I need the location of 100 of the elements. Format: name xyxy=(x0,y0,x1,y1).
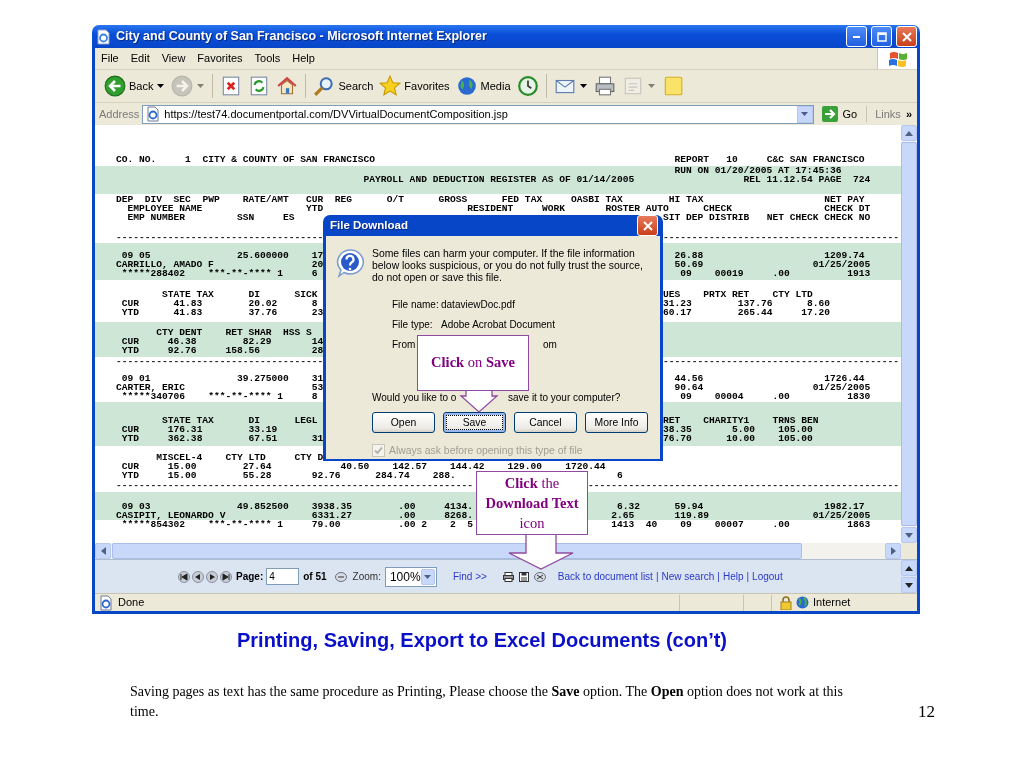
search-icon xyxy=(313,75,336,97)
report-text: 31.23 xyxy=(663,298,692,309)
report-text: 129.00 xyxy=(507,461,543,472)
report-text: 76.70 xyxy=(663,433,692,444)
scrollbar-thumb[interactable] xyxy=(901,142,917,526)
report-text: YTD xyxy=(121,470,140,481)
scroll-down-button[interactable] xyxy=(901,577,917,593)
menu-item[interactable]: Favorites xyxy=(191,50,249,67)
nav-link[interactable]: Help xyxy=(722,569,744,584)
nav-link[interactable]: New search xyxy=(661,569,715,584)
report-text: 20 xyxy=(311,259,324,270)
report-text: 1863 xyxy=(847,519,871,530)
clock-icon xyxy=(516,75,539,97)
previous-page-button[interactable] xyxy=(192,570,204,583)
save-icon xyxy=(518,571,529,582)
field-value: dataviewDoc.pdf xyxy=(441,297,515,312)
nav-link[interactable]: Back to document list xyxy=(557,569,653,584)
report-text: 09 05 xyxy=(121,250,151,261)
close-icon xyxy=(901,31,912,42)
address-field[interactable]: https://test74.documentportal.com/DVVirtualDocumentComposition.jsp xyxy=(142,104,814,124)
report-text: .00 xyxy=(772,268,790,279)
report-text: 79.00 xyxy=(311,519,341,530)
report-text: 44.56 xyxy=(674,373,704,384)
search-button[interactable]: Search xyxy=(310,73,377,99)
dialog-button[interactable]: More Info xyxy=(585,412,648,433)
up-arrow-icon xyxy=(905,130,913,136)
caret-icon xyxy=(647,84,655,88)
dialog-button[interactable]: Cancel xyxy=(514,412,577,433)
close-button[interactable] xyxy=(637,215,658,236)
star-icon xyxy=(379,75,402,97)
media-button[interactable]: Media xyxy=(452,73,514,99)
minimize-button[interactable] xyxy=(846,26,867,47)
checkbox-label: Always ask before opening this type of file xyxy=(389,444,583,458)
report-text: 6 xyxy=(616,470,623,481)
back-button[interactable]: Back xyxy=(101,73,157,99)
report-text: 46.38 xyxy=(167,336,197,347)
report-text: *****288402 xyxy=(121,268,186,279)
field-value: Adobe Acrobat Document xyxy=(441,317,555,332)
report-text: 176.31 xyxy=(167,424,203,435)
close-button[interactable] xyxy=(896,26,917,47)
scroll-up-button[interactable] xyxy=(901,560,917,576)
dialog-button[interactable]: Open xyxy=(372,412,435,433)
last-page-button[interactable] xyxy=(220,570,232,583)
report-text: DIV xyxy=(144,194,163,205)
report-text: CUR xyxy=(121,336,140,347)
find-link[interactable]: Find >> xyxy=(452,569,487,584)
caret-icon xyxy=(197,84,205,88)
dialog-button[interactable]: Save xyxy=(443,412,506,433)
report-text: CITY & COUNTY OF SAN FRANCISCO xyxy=(202,154,376,165)
home-icon xyxy=(276,75,299,97)
zoom-select[interactable]: 100% xyxy=(384,566,437,587)
report-text: UES xyxy=(662,289,681,300)
chevron-button[interactable]: » xyxy=(903,105,914,123)
report-text: DEP xyxy=(116,194,134,205)
page-icon xyxy=(98,594,114,611)
scroll-left-button[interactable] xyxy=(95,543,111,559)
menu-item[interactable]: Help xyxy=(286,50,321,67)
globe-icon xyxy=(796,596,809,609)
report-text: 09 01 xyxy=(121,373,151,384)
report-text: RATE/AMT xyxy=(242,194,289,205)
report-text: 3938.35 xyxy=(311,501,353,512)
menu-item[interactable]: Edit xyxy=(124,50,156,67)
maximize-button[interactable] xyxy=(871,26,892,47)
prompt-text: Would you like to o xyxy=(372,392,457,403)
page-field[interactable]: 4 xyxy=(266,568,300,585)
report-text: 8.60 xyxy=(806,298,830,309)
report-text: SICK xyxy=(294,289,318,300)
up-arrow-icon xyxy=(905,565,913,571)
dropdown-button[interactable] xyxy=(796,105,813,123)
report-text: EMP NUMBER xyxy=(127,212,186,223)
report-text: 105.00 xyxy=(778,424,813,435)
menu-item[interactable]: File xyxy=(95,50,125,67)
scrollbar-thumb[interactable] xyxy=(112,543,802,559)
next-page-button[interactable] xyxy=(206,570,218,583)
go-button[interactable]: Go xyxy=(816,105,864,123)
dashed-rule: ------------------------------------ xyxy=(116,356,324,367)
scroll-right-button[interactable] xyxy=(885,543,901,559)
question-icon xyxy=(335,248,365,278)
nav-link[interactable]: Logout xyxy=(752,569,783,584)
go-button[interactable] xyxy=(334,571,347,582)
report-text: CTY D xyxy=(294,452,324,463)
report-text: STATE TAX xyxy=(162,415,214,426)
report-text: CHECK DT xyxy=(824,203,871,214)
report-text: RESIDENT xyxy=(467,203,514,214)
menu-item[interactable]: Tools xyxy=(248,50,287,67)
report-text: 67.51 xyxy=(248,433,278,444)
report-text: 49.852500 xyxy=(236,501,289,512)
report-text: 158.56 xyxy=(225,345,260,356)
report-text: 50.69 xyxy=(674,259,704,270)
print-button[interactable] xyxy=(502,571,514,582)
last-page-icon xyxy=(220,570,232,583)
download-text-button[interactable] xyxy=(518,571,529,582)
printer-icon xyxy=(502,571,514,582)
menu-item[interactable]: View xyxy=(155,50,192,67)
report-text: 01/25/2005 xyxy=(812,510,871,521)
favorites-button[interactable]: Favorites xyxy=(376,73,453,99)
slide-text: Saving pages as text has the same procedure as Printing, Please choose the Save option. The Open option does not work at this time. xyxy=(130,683,844,721)
report-text: DI xyxy=(248,289,260,300)
windows-flag-icon xyxy=(886,49,909,68)
first-page-button[interactable] xyxy=(178,570,190,583)
